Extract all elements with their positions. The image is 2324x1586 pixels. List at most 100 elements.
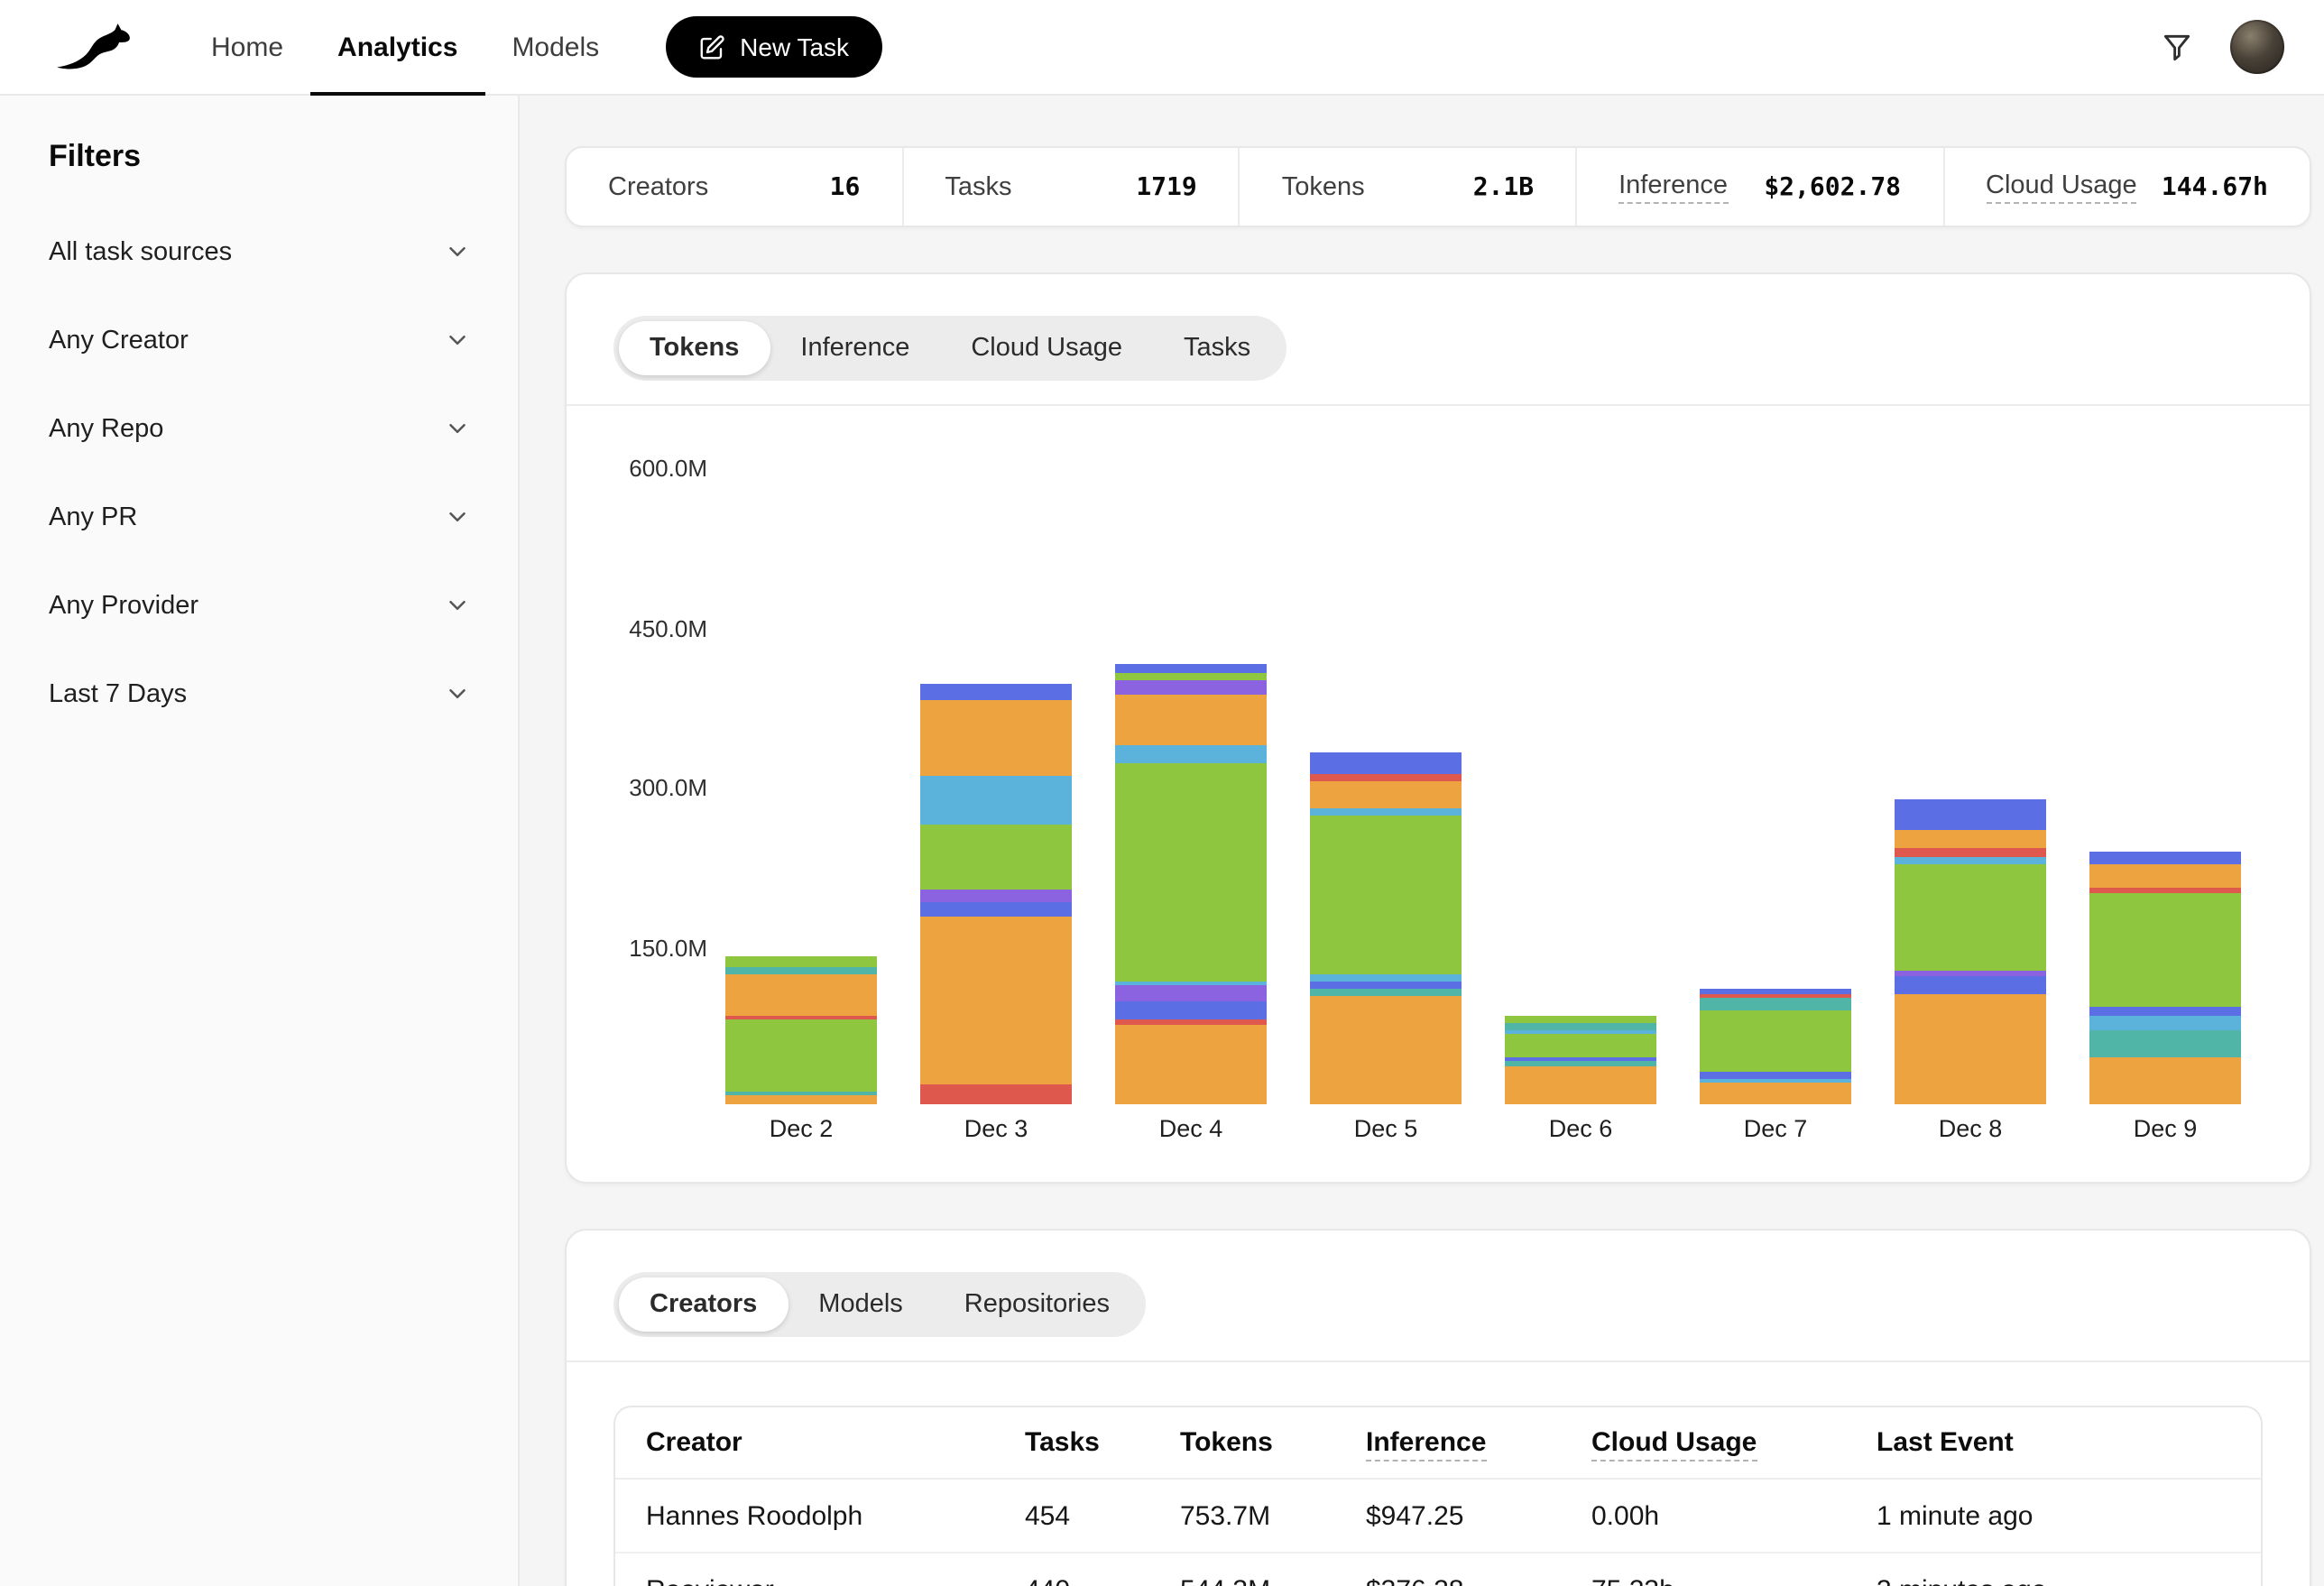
tab-cloud-usage[interactable]: Cloud Usage [940, 321, 1153, 375]
funnel-icon[interactable] [2160, 30, 2194, 64]
bar-segment-green[interactable] [1505, 1034, 1656, 1056]
bar-dec-9[interactable]: Dec 9 [2089, 428, 2241, 1151]
bar-segment-teal[interactable] [1505, 1022, 1656, 1029]
col-header-inference[interactable]: Inference [1366, 1427, 1486, 1462]
bar-segment-orange[interactable] [920, 917, 1072, 1084]
bar-segment-purple[interactable] [1115, 679, 1267, 695]
filter-creator[interactable]: Any Creator [49, 296, 471, 384]
stat-value: 144.67h [2162, 172, 2268, 201]
bar-segment-indigo[interactable] [920, 684, 1072, 701]
bar-segment-sky[interactable] [1115, 745, 1267, 763]
bar-segment-teal[interactable] [1310, 990, 1462, 996]
bar-segment-green[interactable] [1115, 673, 1267, 679]
col-header-cloud-usage[interactable]: Cloud Usage [1591, 1427, 1757, 1462]
bar-segment-sky[interactable] [1310, 974, 1462, 981]
bar-segment-green[interactable] [920, 825, 1072, 890]
creators-table: Creator Tasks Tokens Inference Cloud Usa… [613, 1406, 2263, 1586]
bar-segment-green[interactable] [2089, 892, 2241, 1007]
table-row[interactable]: Rooviewer 440 544.3M $376.28 75.23h 3 mi… [615, 1554, 2261, 1586]
kangaroo-logo[interactable] [54, 19, 141, 75]
bar-segment-purple[interactable] [1895, 970, 2046, 976]
avatar[interactable] [2230, 20, 2284, 74]
stat-label-inference[interactable]: Inference [1618, 171, 1728, 203]
bar-segment-purple[interactable] [1115, 986, 1267, 1001]
bar-dec-8[interactable]: Dec 8 [1895, 428, 2046, 1151]
nav-models[interactable]: Models [484, 0, 626, 94]
cell-inference: $947.25 [1366, 1500, 1591, 1531]
bar-segment-indigo[interactable] [1115, 665, 1267, 673]
bar-dec-4[interactable]: Dec 4 [1115, 428, 1267, 1151]
filter-task-sources[interactable]: All task sources [49, 207, 471, 296]
bar-segment-teal[interactable] [2089, 1030, 2241, 1057]
new-task-label: New Task [740, 32, 849, 61]
filter-pr[interactable]: Any PR [49, 473, 471, 561]
bar-segment-indigo[interactable] [1895, 976, 2046, 994]
tab-models[interactable]: Models [788, 1277, 934, 1332]
bar-segment-teal[interactable] [1700, 998, 1851, 1010]
bar-segment-green[interactable] [1505, 1016, 1656, 1022]
bar-segment-red[interactable] [1895, 848, 2046, 856]
filter-provider[interactable]: Any Provider [49, 561, 471, 650]
tab-tokens[interactable]: Tokens [619, 321, 770, 375]
chart-card: Tokens Inference Cloud Usage Tasks 150.0… [565, 272, 2311, 1184]
bar-segment-orange[interactable] [920, 701, 1072, 777]
bar-segment-orange[interactable] [2089, 863, 2241, 888]
bar-dec-7[interactable]: Dec 7 [1700, 428, 1851, 1151]
bar-segment-indigo[interactable] [2089, 852, 2241, 863]
bar-segment-orange[interactable] [1700, 1083, 1851, 1104]
bar-dec-2[interactable]: Dec 2 [725, 428, 877, 1151]
bar-dec-3[interactable]: Dec 3 [920, 428, 1072, 1151]
bar-segment-indigo[interactable] [920, 902, 1072, 917]
bar-segment-indigo[interactable] [1310, 981, 1462, 989]
stat-tasks: Tasks 1719 [903, 148, 1240, 226]
nav-home[interactable]: Home [184, 0, 310, 94]
bar-segment-orange[interactable] [725, 973, 877, 1016]
breakdown-tabs: Creators Models Repositories [613, 1272, 1146, 1337]
bar-segment-sky[interactable] [2089, 1016, 2241, 1031]
bar-segment-green[interactable] [1895, 865, 2046, 971]
x-axis-label: Dec 4 [1159, 1104, 1223, 1151]
tab-repositories[interactable]: Repositories [934, 1277, 1140, 1332]
bar-segment-orange[interactable] [725, 1096, 877, 1104]
bar-stack [1505, 1016, 1656, 1104]
bar-segment-orange[interactable] [1505, 1067, 1656, 1104]
bar-segment-orange[interactable] [1115, 1024, 1267, 1104]
bar-segment-orange[interactable] [1115, 695, 1267, 746]
bar-segment-green[interactable] [725, 956, 877, 967]
chevron-down-icon [444, 503, 471, 530]
bar-segment-orange[interactable] [1895, 830, 2046, 848]
bar-segment-red[interactable] [1310, 775, 1462, 781]
bar-segment-green[interactable] [1310, 816, 1462, 974]
bar-segment-sky[interactable] [1310, 807, 1462, 816]
tab-tasks[interactable]: Tasks [1153, 321, 1281, 375]
bar-segment-teal[interactable] [725, 967, 877, 973]
bar-segment-indigo[interactable] [2089, 1007, 2241, 1015]
bar-segment-orange[interactable] [1895, 994, 2046, 1104]
bar-segment-sky[interactable] [920, 777, 1072, 825]
stat-label-cloud-usage[interactable]: Cloud Usage [1986, 171, 2137, 203]
bar-segment-green[interactable] [1115, 763, 1267, 982]
tab-creators[interactable]: Creators [619, 1277, 788, 1332]
nav-analytics[interactable]: Analytics [310, 0, 484, 94]
bar-dec-6[interactable]: Dec 6 [1505, 428, 1656, 1151]
bar-segment-purple[interactable] [920, 890, 1072, 902]
bar-segment-indigo[interactable] [1310, 753, 1462, 775]
bar-segment-green[interactable] [725, 1019, 877, 1092]
table-row[interactable]: Hannes Roodolph 454 753.7M $947.25 0.00h… [615, 1480, 2261, 1554]
bar-segment-sky[interactable] [1895, 856, 2046, 864]
filter-repo[interactable]: Any Repo [49, 384, 471, 473]
tab-inference[interactable]: Inference [770, 321, 940, 375]
filter-date-range[interactable]: Last 7 Days [49, 650, 471, 738]
bar-segment-teal[interactable] [1505, 1061, 1656, 1067]
bar-segment-orange[interactable] [2089, 1057, 2241, 1104]
bar-segment-orange[interactable] [1310, 996, 1462, 1104]
bar-dec-5[interactable]: Dec 5 [1310, 428, 1462, 1151]
bar-segment-red[interactable] [920, 1085, 1072, 1104]
bar-segment-orange[interactable] [1310, 781, 1462, 808]
bar-segment-indigo[interactable] [1700, 988, 1851, 994]
bar-segment-green[interactable] [1700, 1010, 1851, 1073]
new-task-button[interactable]: New Task [666, 16, 881, 78]
bar-segment-indigo[interactable] [1700, 1073, 1851, 1079]
bar-segment-indigo[interactable] [1895, 800, 2046, 830]
bar-segment-indigo[interactable] [1115, 1000, 1267, 1019]
